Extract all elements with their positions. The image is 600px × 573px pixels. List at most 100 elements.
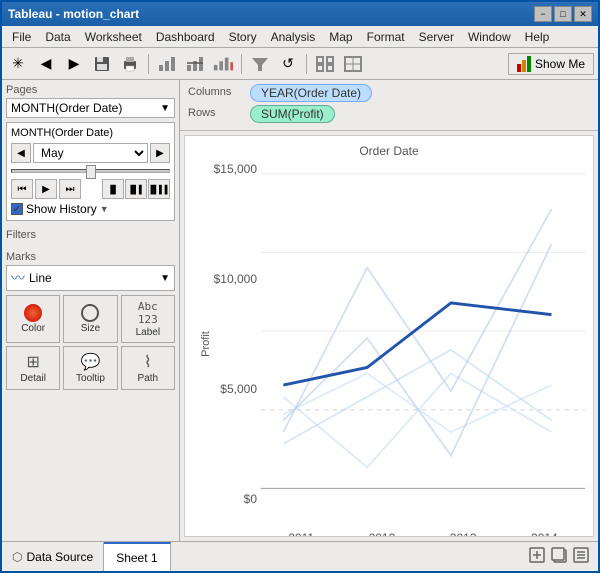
y-axis: $15,000 $10,000 $5,000 $0 [211, 162, 261, 526]
toolbar-forward-button[interactable]: ▶ [62, 52, 86, 76]
show-me-label: Show Me [535, 57, 585, 71]
menu-file[interactable]: File [6, 28, 37, 46]
maximize-button[interactable]: □ [554, 6, 572, 22]
x-axis-label-3: 2013 [450, 531, 477, 537]
y-label-wrapper: Profit [193, 162, 211, 526]
marks-tooltip-button[interactable]: 💬 Tooltip [63, 346, 117, 390]
marks-label-button[interactable]: Abc123 Label [121, 295, 175, 343]
chart-container: Order Date Profit $15,000 $10,000 $5,000… [184, 135, 594, 537]
rows-pill[interactable]: SUM(Profit) [250, 105, 335, 123]
playback-controls: ⏮ ▶ ⏭ ▐▌ ▐▌▌ ▐▌▌▌ [11, 179, 170, 199]
play-next-button[interactable]: ⏭ [59, 179, 81, 199]
pages-label: Pages [6, 84, 175, 96]
marks-section: Marks 〰 Line ▼ Color Size [6, 251, 175, 390]
show-history: ✓ Show History ▼ [11, 202, 170, 216]
close-button[interactable]: ✕ [574, 6, 592, 22]
month-control: MONTH(Order Date) ◀ May ▶ ⏮ ▶ ⏭ [6, 122, 175, 221]
marks-detail-button[interactable]: ⊞ Detail [6, 346, 60, 390]
tooltip-icon: 💬 [81, 352, 101, 372]
minimize-button[interactable]: − [534, 6, 552, 22]
menu-server[interactable]: Server [413, 28, 460, 46]
month-prev-button[interactable]: ◀ [11, 143, 31, 163]
toolbar-print-icon[interactable] [118, 52, 142, 76]
toolbar-fix-icon[interactable] [341, 52, 365, 76]
x-axis-label-1: 2011 [288, 531, 314, 537]
speed-low-button[interactable]: ▐▌ [102, 179, 124, 199]
marks-color-button[interactable]: Color [6, 295, 60, 343]
marks-tooltip-label: Tooltip [76, 373, 105, 384]
menu-map[interactable]: Map [323, 28, 358, 46]
detail-icon: ⊞ [26, 352, 39, 372]
marks-type-value: Line [29, 271, 52, 285]
y-axis-value-1: $0 [244, 492, 257, 506]
main-window: Tableau - motion_chart − □ ✕ File Data W… [0, 0, 600, 573]
filters-label: Filters [6, 229, 175, 241]
toolbar-asterisk-icon[interactable]: ✳ [6, 52, 30, 76]
marks-path-button[interactable]: ⌇ Path [121, 346, 175, 390]
play-button[interactable]: ▶ [35, 179, 57, 199]
toolbar-refresh-icon[interactable]: ↺ [276, 52, 300, 76]
menu-window[interactable]: Window [462, 28, 517, 46]
title-bar-buttons: − □ ✕ [534, 6, 592, 22]
toolbar-chart2-icon[interactable] [183, 52, 207, 76]
show-history-dropdown-icon[interactable]: ▼ [100, 204, 109, 214]
sheet1-tab[interactable]: Sheet 1 [104, 542, 170, 571]
x-axis-label-2: 2012 [369, 531, 396, 537]
chart-inner: Profit $15,000 $10,000 $5,000 $0 [193, 162, 585, 526]
duplicate-sheet-icon[interactable] [550, 546, 568, 567]
month-slider-thumb[interactable] [86, 165, 96, 179]
menu-help[interactable]: Help [519, 28, 556, 46]
marks-label-label: Label [136, 327, 160, 338]
month-slider-container [11, 167, 170, 175]
marks-size-button[interactable]: Size [63, 295, 117, 343]
line-icon: 〰 [11, 268, 25, 288]
menu-worksheet[interactable]: Worksheet [79, 28, 148, 46]
toolbar-chart3-icon[interactable] [211, 52, 235, 76]
menu-story[interactable]: Story [223, 28, 263, 46]
new-sheet-icon[interactable] [528, 546, 546, 567]
menu-format[interactable]: Format [361, 28, 411, 46]
data-source-label: Data Source [26, 550, 93, 564]
columns-pill[interactable]: YEAR(Order Date) [250, 84, 372, 102]
show-history-checkbox[interactable]: ✓ [11, 203, 23, 215]
sheet1-label: Sheet 1 [116, 551, 157, 565]
y-axis-value-3: $10,000 [214, 272, 257, 286]
pages-dropdown[interactable]: MONTH(Order Date) ▼ [6, 98, 175, 118]
marks-type-dropdown[interactable]: 〰 Line ▼ [6, 265, 175, 291]
toolbar-separator-2 [241, 54, 242, 74]
play-prev-button[interactable]: ⏮ [11, 179, 33, 199]
toolbar-separator-1 [148, 54, 149, 74]
toolbar-fit-icon[interactable] [313, 52, 337, 76]
menu-bar: File Data Worksheet Dashboard Story Anal… [2, 26, 598, 48]
rows-pill-text: SUM(Profit) [261, 107, 324, 121]
shelf-area: Columns YEAR(Order Date) Rows SUM(Profit… [180, 80, 598, 131]
marks-buttons: Color Size Abc123 Label ⊞ Detail [6, 295, 175, 390]
show-me-button[interactable]: Show Me [508, 53, 594, 75]
toolbar-filter-icon[interactable] [248, 52, 272, 76]
checkmark-icon: ✓ [13, 204, 21, 215]
month-slider-track [11, 169, 170, 173]
month-nav: ◀ May ▶ [11, 143, 170, 163]
chart-svg [261, 162, 585, 526]
toolbar-back-button[interactable]: ◀ [34, 52, 58, 76]
toolbar-save-icon[interactable] [90, 52, 114, 76]
tab-options-icon[interactable] [572, 546, 590, 567]
speed-high-button[interactable]: ▐▌▌▌ [148, 179, 170, 199]
x-axis: 2011 2012 2013 2014 [261, 529, 585, 537]
month-next-button[interactable]: ▶ [150, 143, 170, 163]
color-icon [24, 304, 42, 322]
main-area: Pages MONTH(Order Date) ▼ MONTH(Order Da… [2, 80, 598, 541]
toolbar-chart1-icon[interactable] [155, 52, 179, 76]
toolbar: ✳ ◀ ▶ ↺ [2, 48, 598, 80]
window-title: Tableau - motion_chart [8, 7, 139, 21]
size-icon [81, 304, 99, 322]
month-control-title: MONTH(Order Date) [11, 127, 170, 139]
speed-med-button[interactable]: ▐▌▌ [125, 179, 147, 199]
menu-data[interactable]: Data [39, 28, 76, 46]
menu-dashboard[interactable]: Dashboard [150, 28, 221, 46]
menu-analysis[interactable]: Analysis [265, 28, 322, 46]
data-source-tab[interactable]: ⬡ Data Source [2, 542, 104, 571]
month-select[interactable]: May [33, 143, 148, 163]
y-axis-value-2: $5,000 [220, 382, 257, 396]
path-icon: ⌇ [144, 352, 152, 372]
